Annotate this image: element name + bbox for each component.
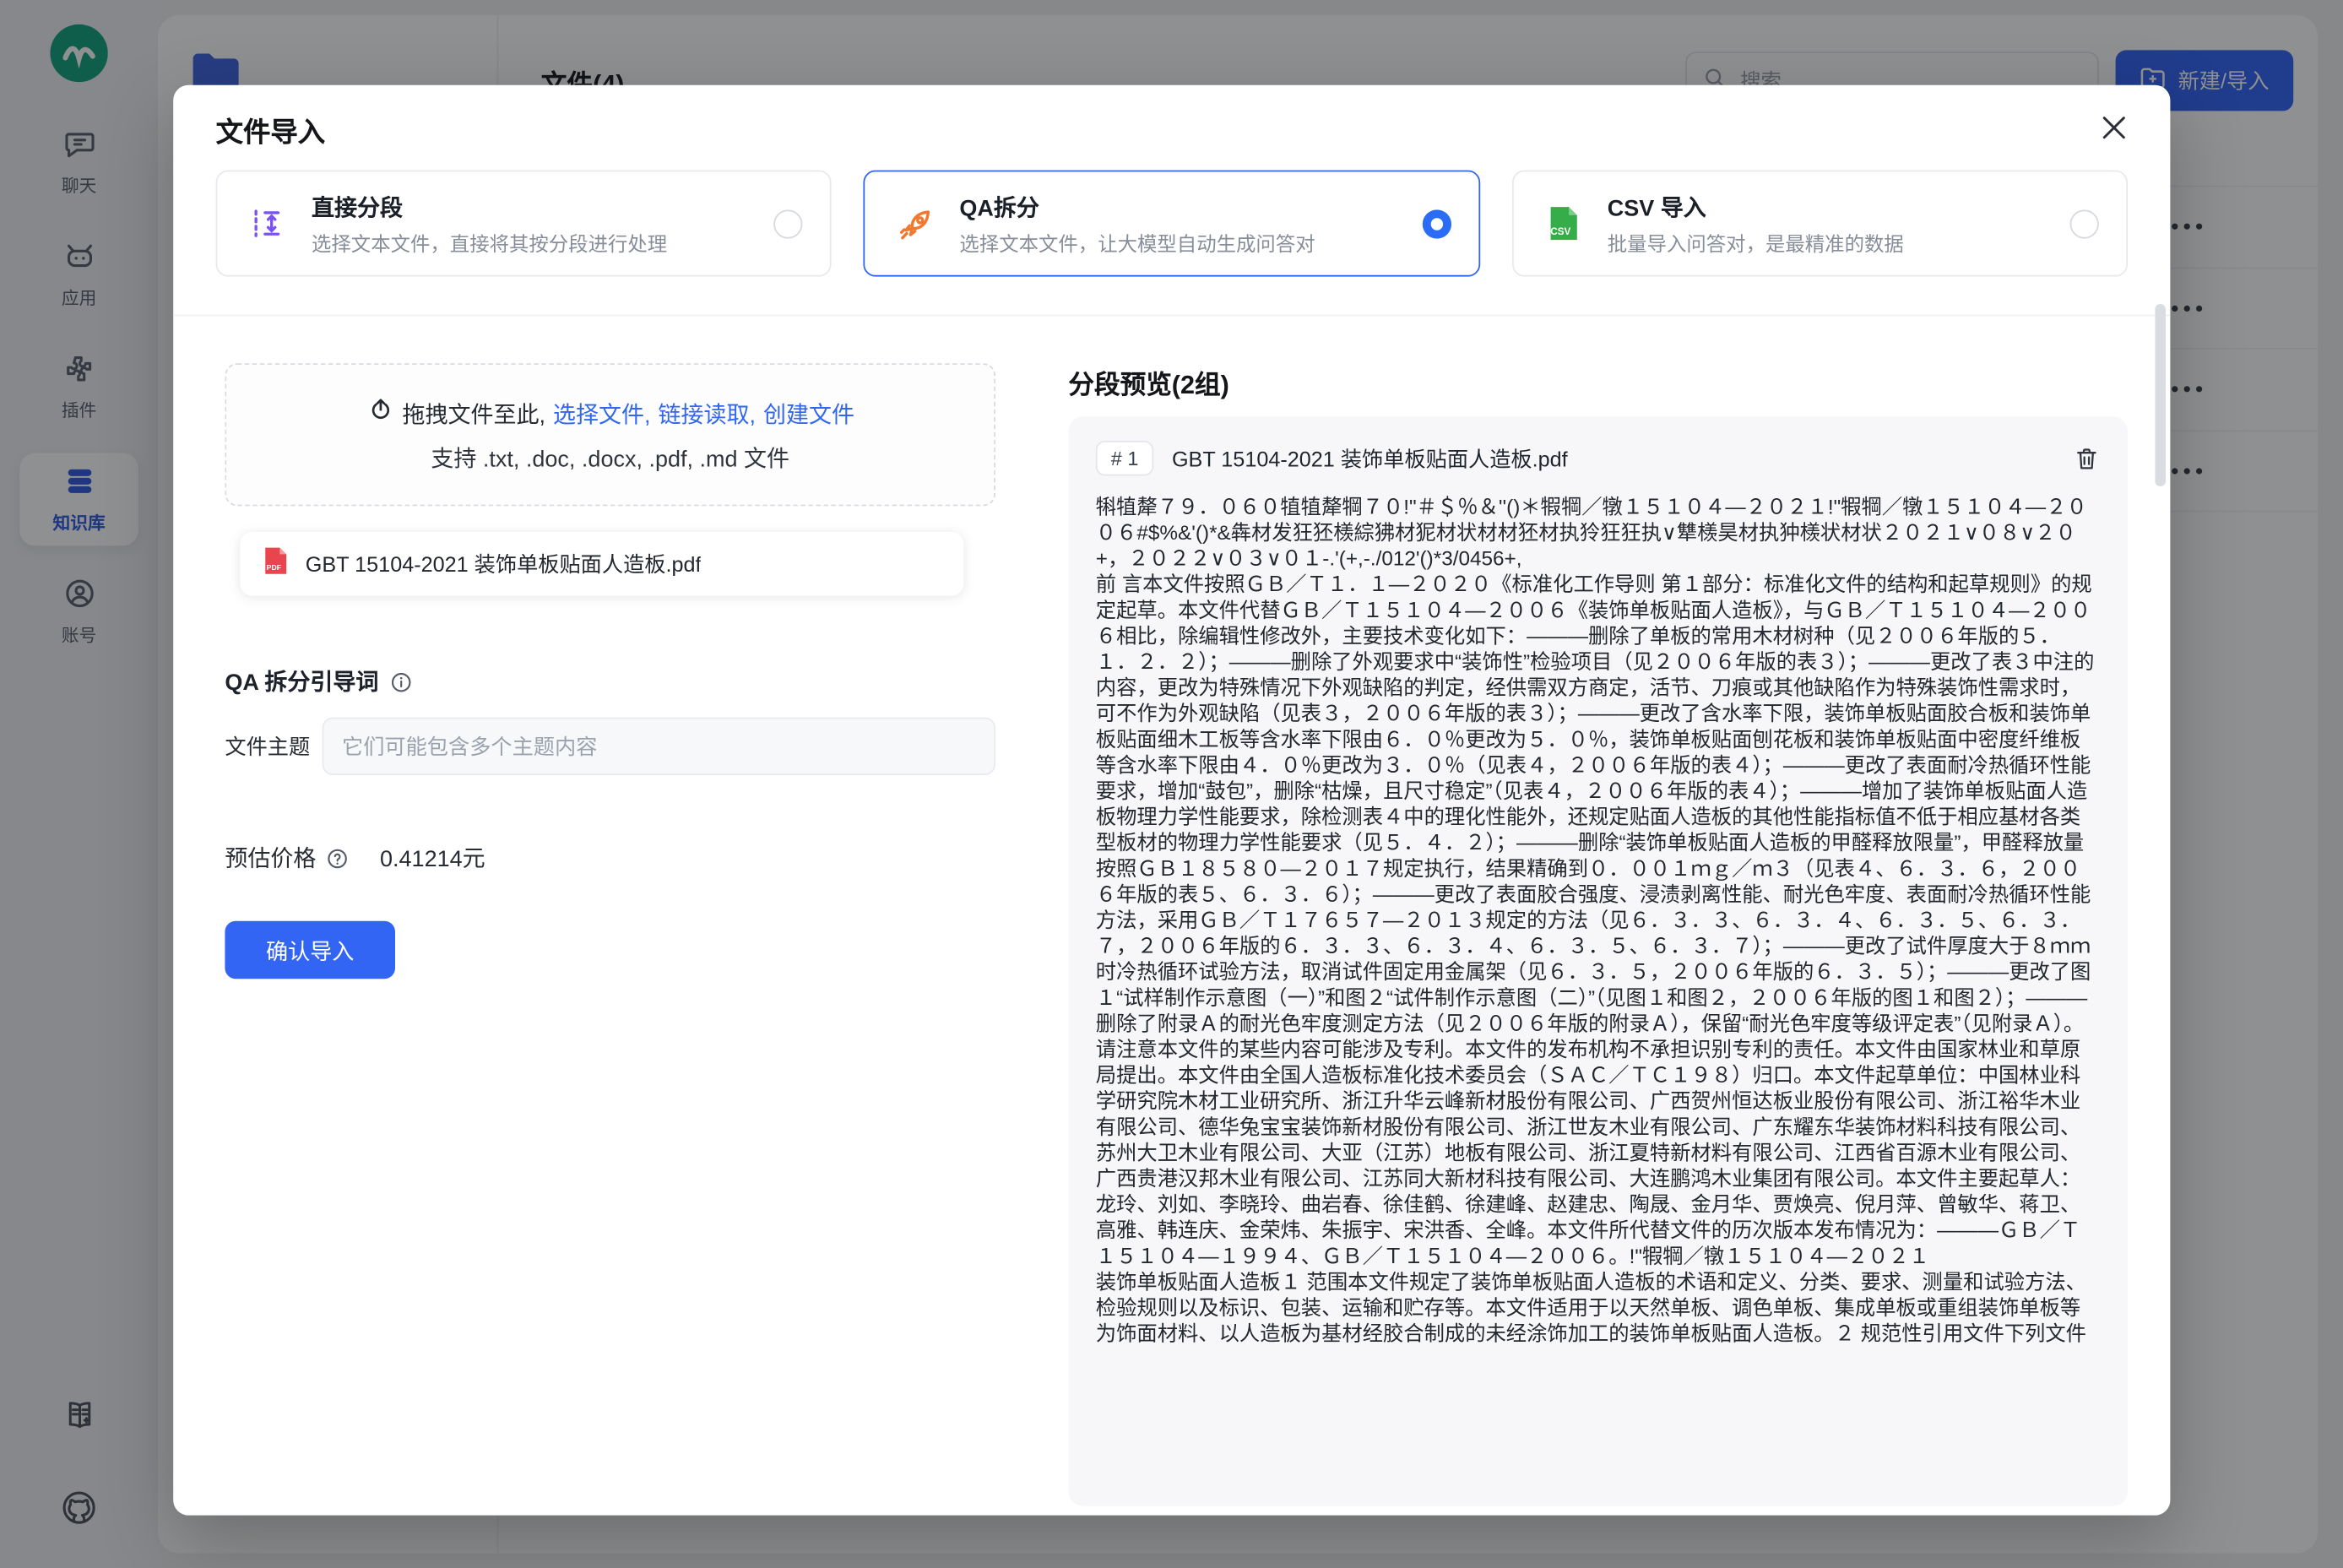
csv-file-icon: CSV [1541, 203, 1586, 243]
trash-icon[interactable] [2073, 445, 2100, 472]
preview-paragraph: 前 言本文件按照ＧＢ／Ｔ１．１—２０２０《标准化工作导则 第１部分：标准化文件的… [1096, 572, 2101, 1269]
upload-icon [366, 396, 394, 431]
mode-desc: 选择文本文件，直接将其按分段进行处理 [312, 227, 667, 256]
supported-formats-text: 支持 .txt, .doc, .docx, .pdf, .md 文件 [431, 442, 789, 474]
mode-text: 直接分段 选择文本文件，直接将其按分段进行处理 [312, 191, 667, 256]
segment-preview-column: 分段预览(2组) # 1 GBT 15104-2021 装饰单板贴面人造板.pd… [1068, 363, 2128, 1506]
mode-desc: 选择文本文件，让大模型自动生成问答对 [959, 227, 1315, 256]
price-value: 0.41214元 [380, 842, 485, 874]
drag-text: 拖拽文件至此, [403, 398, 546, 430]
segment-index-chip: # 1 [1096, 441, 1154, 475]
confirm-import-button[interactable]: 确认导入 [225, 921, 395, 979]
import-config-column: 拖拽文件至此, 选择文件, 链接读取, 创建文件 支持 .txt, .doc, … [225, 363, 995, 979]
topic-label: 文件主题 [225, 731, 322, 762]
radio-qa-split[interactable] [1422, 209, 1451, 238]
radio-csv-import[interactable] [2070, 209, 2099, 238]
upload-dropzone[interactable]: 拖拽文件至此, 选择文件, 链接读取, 创建文件 支持 .txt, .doc, … [225, 363, 995, 506]
preview-card-header: # 1 GBT 15104-2021 装饰单板贴面人造板.pdf [1096, 441, 2101, 475]
topic-input[interactable] [323, 718, 995, 775]
price-label: 预估价格 [225, 842, 316, 874]
uploaded-file-item[interactable]: PDF GBT 15104-2021 装饰单板贴面人造板.pdf [240, 532, 963, 596]
import-mode-options: 直接分段 选择文本文件，直接将其按分段进行处理 QA拆分 选择文本文件，让大模型… [216, 171, 2128, 277]
mode-title: 直接分段 [312, 191, 667, 223]
preview-paragraph: 犐犆犛７９．０６０犆犆犛犅７０!"＃＄％＆''()＊犌犅／犜１５１０４—２０２１… [1096, 494, 2101, 572]
uploaded-file-name: GBT 15104-2021 装饰单板贴面人造板.pdf [306, 549, 702, 579]
info-icon[interactable] [389, 670, 414, 694]
dropzone-line1: 拖拽文件至此, 选择文件, 链接读取, 创建文件 [366, 396, 854, 431]
pdf-file-icon: PDF [262, 544, 290, 585]
link-read-link[interactable]: 链接读取, [659, 398, 757, 430]
preview-title: 分段预览(2组) [1068, 363, 2128, 401]
preview-text: 犐犆犛７９．０６０犆犆犛犅７０!"＃＄％＆''()＊犌犅／犜１５１０４—２０２１… [1096, 494, 2101, 1482]
dialog-divider [173, 315, 2170, 317]
mode-text: QA拆分 选择文本文件，让大模型自动生成问答对 [959, 191, 1315, 256]
preview-card: # 1 GBT 15104-2021 装饰单板贴面人造板.pdf 犐犆犛７９．０… [1068, 416, 2128, 1506]
mode-title: QA拆分 [959, 191, 1315, 223]
mode-text: CSV 导入 批量导入问答对，是最精准的数据 [1608, 191, 1904, 256]
close-icon[interactable] [2094, 110, 2134, 149]
question-icon[interactable] [325, 846, 350, 871]
file-import-dialog: 文件导入 直接分段 选择文本文件，直接将其按分段进行处理 QA [173, 85, 2170, 1516]
mode-direct-segment[interactable]: 直接分段 选择文本文件，直接将其按分段进行处理 [216, 171, 833, 277]
svg-text:CSV: CSV [1550, 226, 1570, 237]
dialog-scrollbar-thumb[interactable] [2155, 304, 2166, 486]
qa-guide-label-row: QA 拆分引导词 [225, 665, 995, 697]
radio-direct-segment[interactable] [774, 209, 803, 238]
choose-file-link[interactable]: 选择文件, [553, 398, 651, 430]
price-row: 预估价格 0.41214元 [225, 842, 995, 874]
mode-qa-split[interactable]: QA拆分 选择文本文件，让大模型自动生成问答对 [864, 171, 1480, 277]
qa-guide-label: QA 拆分引导词 [225, 665, 378, 697]
preview-file-name: GBT 15104-2021 装饰单板贴面人造板.pdf [1172, 443, 2055, 474]
segment-icon [245, 203, 290, 243]
rocket-icon [892, 203, 938, 244]
svg-text:PDF: PDF [267, 562, 281, 571]
mode-title: CSV 导入 [1608, 191, 1904, 223]
dialog-title: 文件导入 [216, 111, 326, 150]
create-file-link[interactable]: 创建文件 [763, 398, 854, 430]
mode-csv-import[interactable]: CSV CSV 导入 批量导入问答对，是最精准的数据 [1511, 171, 2128, 277]
topic-field-row: 文件主题 [225, 718, 995, 775]
preview-paragraph: 装饰单板贴面人造板１ 范围本文件规定了装饰单板贴面人造板的术语和定义、分类、要求… [1096, 1269, 2101, 1347]
screen: 聊天 应用 插件 知识 [0, 0, 2343, 1568]
mode-desc: 批量导入问答对，是最精准的数据 [1608, 227, 1904, 256]
